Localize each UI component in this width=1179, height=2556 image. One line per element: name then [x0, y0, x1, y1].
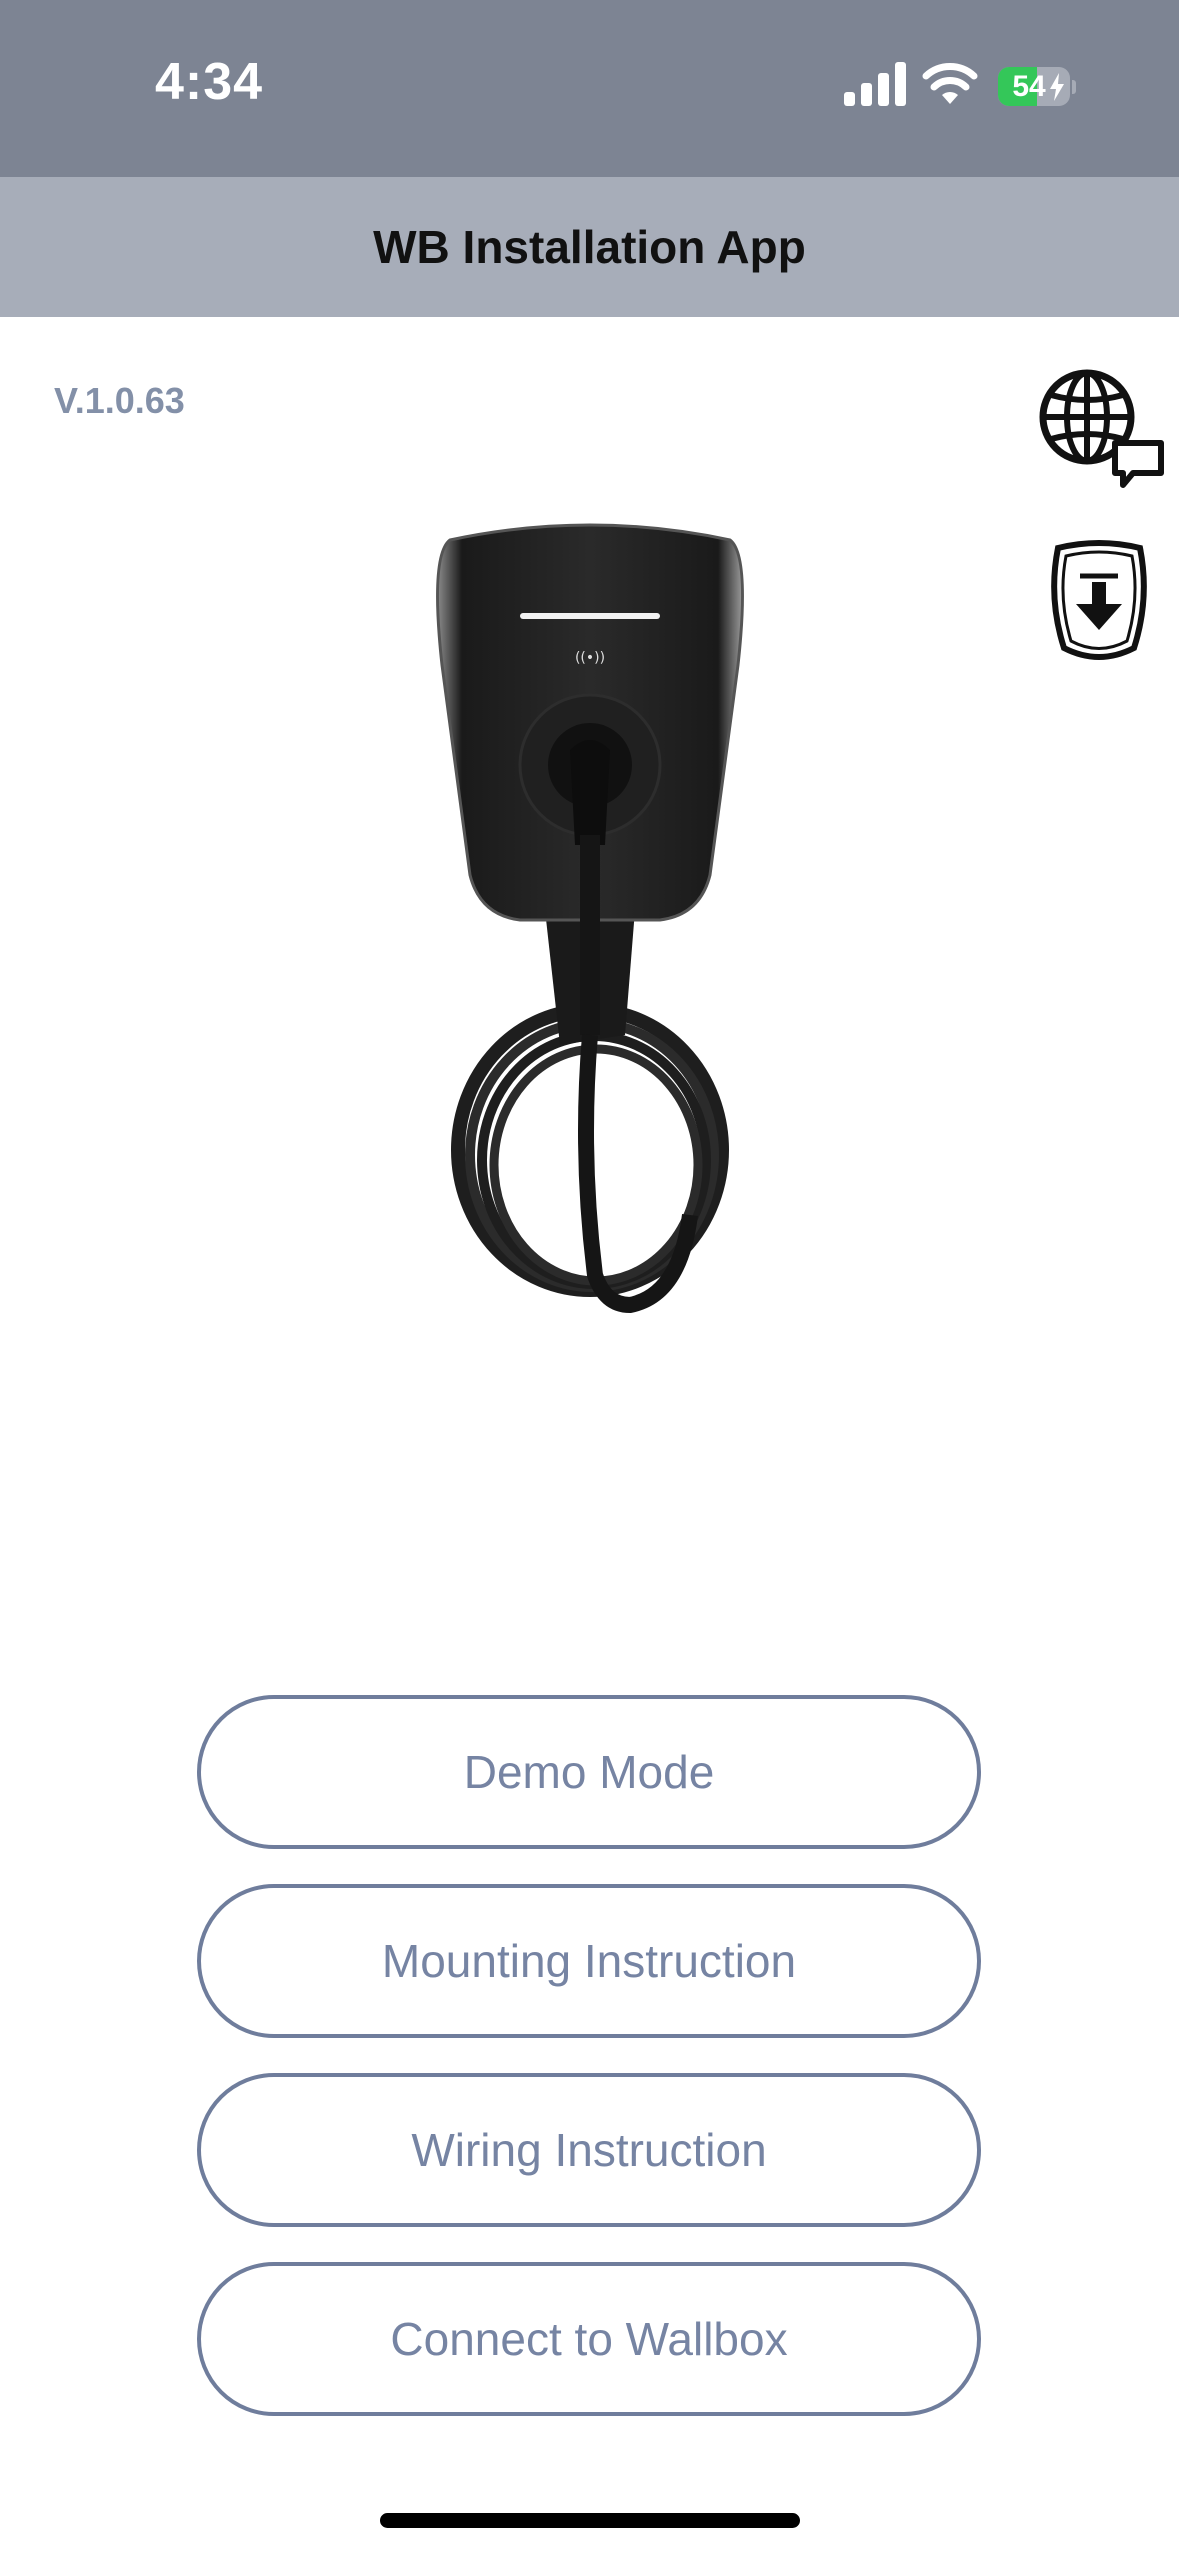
globe-chat-icon[interactable] — [1035, 365, 1165, 495]
connect-to-wallbox-button[interactable]: Connect to Wallbox — [197, 2262, 981, 2416]
home-indicator[interactable] — [380, 2513, 800, 2528]
wiring-instruction-button[interactable]: Wiring Instruction — [197, 2073, 981, 2227]
status-time: 4:34 — [155, 53, 264, 111]
app-header: WB Installation App — [0, 177, 1179, 317]
page-title: WB Installation App — [373, 221, 806, 273]
version-label: V.1.0.63 — [54, 380, 185, 421]
demo-mode-button[interactable]: Demo Mode — [197, 1695, 981, 1849]
wallbox-charger-image: ((•)) — [436, 523, 744, 1314]
charging-bolt-icon — [1050, 73, 1064, 101]
cellular-signal-icon — [844, 62, 906, 106]
mounting-instruction-button[interactable]: Mounting Instruction — [197, 1884, 981, 2038]
download-arrow-icon[interactable] — [1048, 538, 1150, 668]
svg-text:((•)): ((•)) — [575, 650, 605, 666]
action-buttons: Demo Mode Mounting Instruction Wiring In… — [197, 1695, 981, 2451]
battery-cap — [1072, 79, 1076, 94]
wifi-icon — [922, 63, 978, 104]
battery-indicator: 54 — [998, 67, 1076, 106]
status-bar: 4:34 54 — [0, 0, 1179, 177]
